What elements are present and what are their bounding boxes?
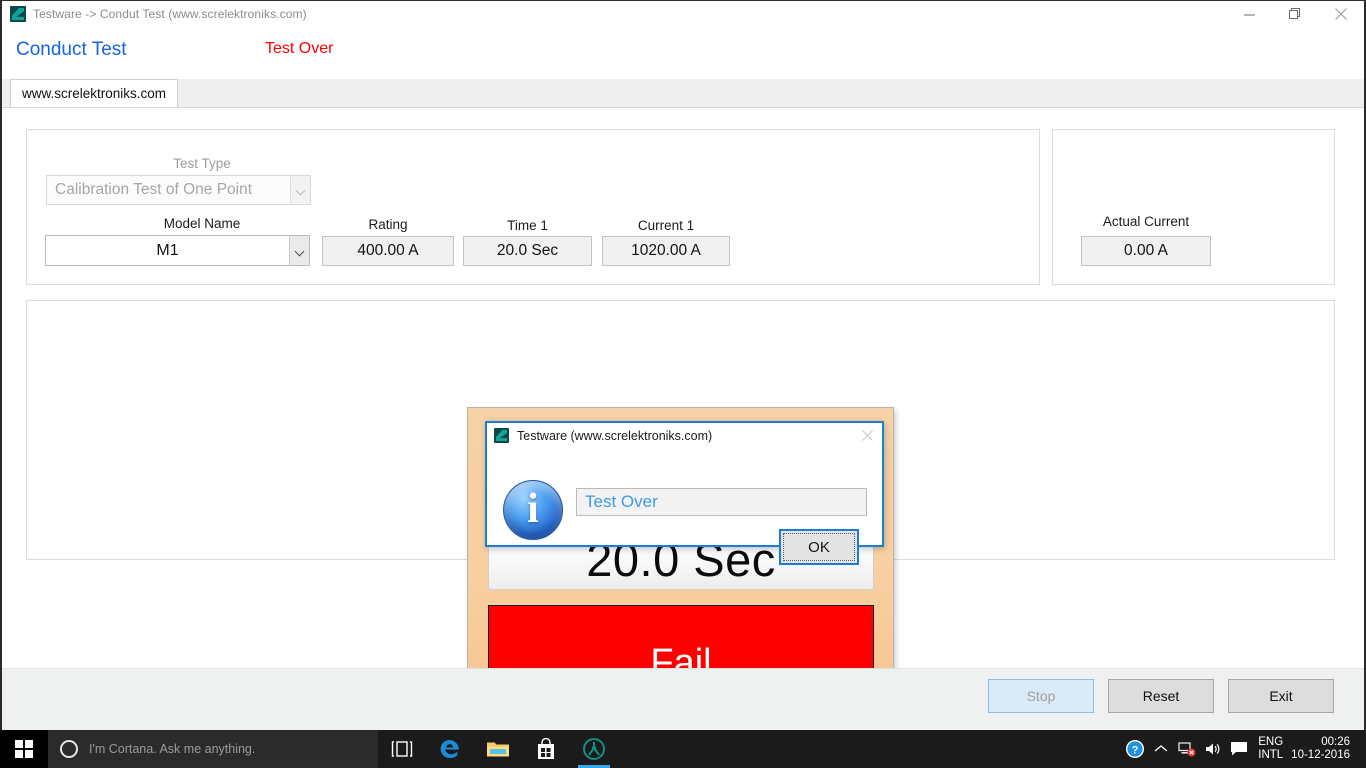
close-icon[interactable] bbox=[1318, 1, 1364, 27]
edge-browser-icon[interactable] bbox=[426, 730, 474, 768]
page-title: Conduct Test bbox=[16, 39, 127, 60]
cortana-search-input[interactable]: I'm Cortana. Ask me anything. bbox=[48, 730, 378, 768]
task-view-icon[interactable] bbox=[378, 730, 426, 768]
cortana-circle-icon bbox=[60, 740, 78, 758]
focus-outline bbox=[783, 533, 855, 561]
reset-button-label: Reset bbox=[1142, 688, 1180, 704]
dialog-titlebar: Testware (www.screlektroniks.com) bbox=[487, 423, 882, 448]
chevron-down-icon bbox=[290, 176, 310, 204]
window-footer: Stop Reset Exit bbox=[2, 668, 1364, 730]
rating-value: 400.00 A bbox=[322, 236, 454, 266]
chevron-down-icon[interactable] bbox=[289, 236, 309, 265]
microsoft-store-icon[interactable] bbox=[522, 730, 570, 768]
network-disconnected-icon[interactable] bbox=[1174, 730, 1200, 768]
testware-app-icon[interactable] bbox=[570, 730, 618, 768]
dialog-message: Test Over bbox=[576, 488, 867, 516]
application-window: Testware -> Condut Test (www.screlektron… bbox=[0, 0, 1366, 735]
model-name-label: Model Name bbox=[163, 216, 241, 231]
time-1-value: 20.0 Sec bbox=[463, 236, 592, 266]
status-text: Test Over bbox=[265, 40, 334, 57]
language-indicator[interactable]: ENG INTL bbox=[1258, 736, 1283, 762]
test-type-select[interactable]: Calibration Test of One Point bbox=[46, 175, 311, 205]
info-icon: i bbox=[503, 480, 563, 540]
window-body: Test Type Calibration Test of One Point … bbox=[2, 108, 1364, 735]
volume-speaker-icon[interactable] bbox=[1200, 730, 1226, 768]
windows-start-icon[interactable] bbox=[0, 730, 48, 768]
exit-button-label: Exit bbox=[1269, 688, 1293, 704]
test-type-label: Test Type bbox=[173, 156, 231, 171]
testware-logo-icon bbox=[10, 6, 26, 22]
close-icon[interactable] bbox=[856, 425, 878, 445]
tab-screlektroniks[interactable]: www.screlektroniks.com bbox=[10, 79, 179, 107]
clock-time: 00:26 bbox=[1321, 736, 1350, 748]
current-1-label: Current 1 bbox=[637, 218, 695, 233]
window-controls bbox=[1226, 1, 1364, 27]
model-name-value: M1 bbox=[156, 241, 179, 259]
window-title: Testware -> Condut Test (www.screlektron… bbox=[33, 7, 307, 21]
svg-text:?: ? bbox=[1132, 745, 1139, 757]
windows-taskbar: I'm Cortana. Ask me anything. ? ENG INTL… bbox=[0, 730, 1366, 768]
ok-button[interactable]: OK bbox=[779, 529, 859, 565]
time-1-label: Time 1 bbox=[507, 218, 548, 233]
minimize-icon[interactable] bbox=[1226, 1, 1272, 27]
file-explorer-icon[interactable] bbox=[474, 730, 522, 768]
info-icon-glyph: i bbox=[527, 485, 539, 532]
test-over-dialog: Testware (www.screlektroniks.com) i Test… bbox=[485, 421, 884, 565]
clock-date: 10-12-2016 bbox=[1291, 749, 1350, 761]
dialog-title: Testware (www.screlektroniks.com) bbox=[517, 428, 713, 443]
reset-button[interactable]: Reset bbox=[1108, 679, 1214, 713]
restore-icon[interactable] bbox=[1272, 1, 1318, 27]
action-center-icon[interactable] bbox=[1226, 730, 1252, 768]
system-tray: ? ENG INTL 00:26 10-12-2016 bbox=[1122, 730, 1366, 768]
model-name-select[interactable]: M1 bbox=[45, 235, 310, 266]
current-1-value: 1020.00 A bbox=[602, 236, 730, 266]
window-titlebar: Testware -> Condut Test (www.screlektron… bbox=[2, 1, 1364, 27]
help-question-icon[interactable]: ? bbox=[1122, 730, 1148, 768]
show-hidden-icons-chevron[interactable] bbox=[1148, 730, 1174, 768]
actual-current-group: Actual Current 0.00 A bbox=[1052, 129, 1335, 285]
tab-label: www.screlektroniks.com bbox=[22, 86, 167, 101]
actual-current-label: Actual Current bbox=[1102, 214, 1190, 229]
stop-button[interactable]: Stop bbox=[988, 679, 1094, 713]
taskbar-icons bbox=[378, 730, 618, 768]
actual-current-value: 0.00 A bbox=[1081, 236, 1211, 266]
rating-label: Rating bbox=[368, 217, 408, 232]
test-type-value: Calibration Test of One Point bbox=[55, 181, 253, 198]
test-parameters-group: Test Type Calibration Test of One Point … bbox=[26, 129, 1040, 285]
clock[interactable]: 00:26 10-12-2016 bbox=[1291, 736, 1350, 762]
dialog-body: i Test Over OK bbox=[487, 448, 882, 565]
page-header: Conduct Test Test Over bbox=[2, 27, 1364, 79]
tab-strip: www.screlektroniks.com bbox=[2, 79, 1364, 108]
cortana-search-placeholder: I'm Cortana. Ask me anything. bbox=[89, 742, 256, 756]
language-line-2: INTL bbox=[1258, 749, 1284, 761]
stop-button-label: Stop bbox=[1026, 688, 1056, 704]
exit-button[interactable]: Exit bbox=[1228, 679, 1334, 713]
language-line-1: ENG bbox=[1258, 736, 1284, 748]
testware-logo-icon bbox=[494, 428, 509, 443]
